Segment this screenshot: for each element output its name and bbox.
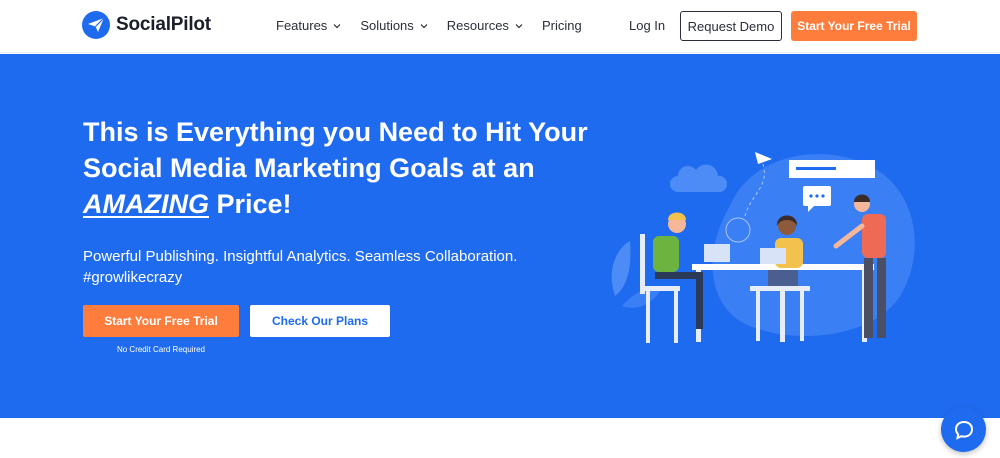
login-link[interactable]: Log In (629, 18, 665, 33)
check-plans-button[interactable]: Check Our Plans (250, 305, 390, 337)
start-trial-header-button[interactable]: Start Your Free Trial (791, 11, 917, 41)
nav-item-resources[interactable]: Resources (447, 18, 524, 33)
nav-item-label: Solutions (360, 18, 414, 33)
nav-item-label: Resources (446, 18, 509, 33)
request-demo-button[interactable]: Request Demo (680, 11, 782, 41)
nav-item-features[interactable]: Features (276, 18, 342, 33)
hero-title-emphasis: AMAZING (83, 189, 209, 219)
no-credit-card-note: No Credit Card Required (116, 345, 206, 354)
nav-item-pricing[interactable]: Pricing (542, 18, 582, 33)
paper-plane-icon (82, 11, 110, 39)
hero-section: This is Everything you Need to Hit Your … (0, 54, 1000, 418)
hero-title-part1: This is Everything you Need to Hit Your … (83, 117, 588, 183)
hero-hashtag: #growlikecrazy (83, 269, 183, 286)
hero-title: This is Everything you Need to Hit Your … (83, 114, 603, 222)
nav-item-label: Pricing (541, 18, 582, 33)
start-trial-hero-button[interactable]: Start Your Free Trial (83, 305, 239, 337)
team-collaboration-illustration (611, 152, 915, 343)
chevron-down-icon (420, 23, 428, 28)
hero-title-part2: Price! (208, 189, 292, 219)
chevron-down-icon (515, 23, 523, 28)
brand-name: SocialPilot (116, 14, 211, 35)
nav-item-label: Features (276, 18, 328, 33)
main-nav: Features Solutions Resources Pricing (276, 18, 582, 33)
chat-widget-button[interactable] (941, 407, 986, 452)
chat-bubble-icon (954, 420, 973, 440)
hero-subtitle-line1: Powerful Publishing. Insightful Analytic… (83, 248, 518, 265)
hero-subtitle: Powerful Publishing. Insightful Analytic… (83, 246, 543, 288)
brand-logo[interactable]: SocialPilot (82, 11, 211, 39)
chevron-down-icon (333, 23, 341, 28)
site-header: SocialPilot Features Solutions Resources… (0, 0, 1000, 53)
nav-item-solutions[interactable]: Solutions (360, 18, 428, 33)
